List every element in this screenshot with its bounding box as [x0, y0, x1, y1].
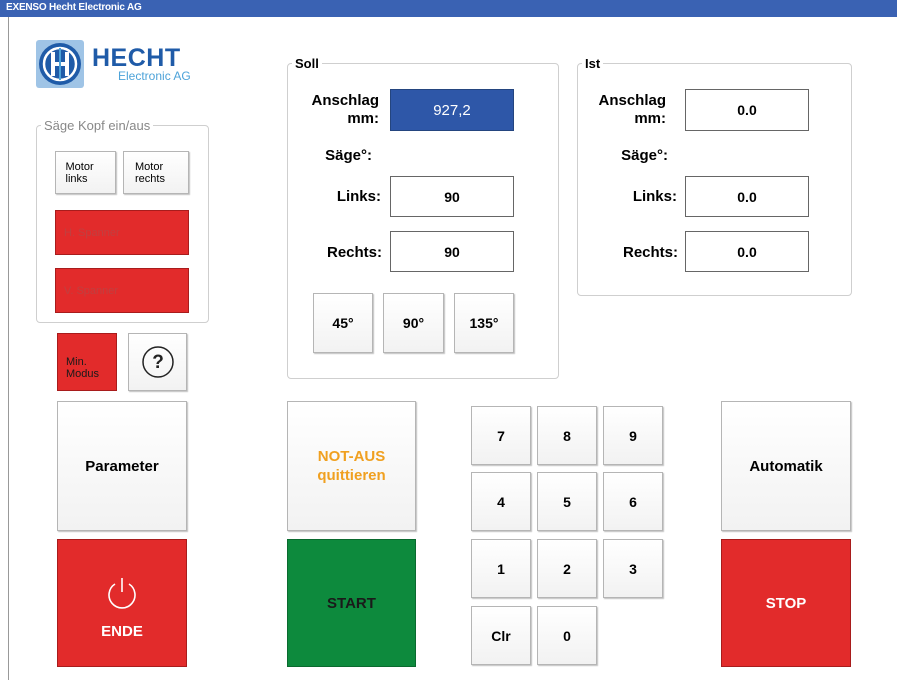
key-2[interactable]: 2 — [537, 539, 597, 598]
quittieren-label: quittieren — [317, 467, 386, 484]
soll-anschlag-label: Anschlag mm: — [311, 92, 379, 127]
key-0[interactable]: 0 — [537, 606, 597, 665]
ist-title: Ist — [585, 56, 601, 71]
saege-kopf-title: Säge Kopf ein/aus — [44, 118, 151, 133]
soll-links-label: Links: — [336, 188, 381, 205]
h-spanner-button[interactable]: H. Spanner — [55, 210, 189, 255]
key-9[interactable]: 9 — [603, 406, 663, 465]
soll-links-field[interactable]: 90 — [390, 176, 514, 217]
logo-subtitle: Electronic AG — [118, 69, 191, 83]
question-icon: ? — [141, 346, 174, 378]
ist-links-label: Links: — [632, 188, 677, 205]
help-button[interactable]: ? — [128, 333, 187, 391]
key-7[interactable]: 7 — [471, 406, 531, 465]
start-button[interactable]: START — [287, 539, 416, 667]
ist-anschlag-field[interactable]: 0.0 — [685, 89, 809, 131]
motor-rechts-button[interactable]: Motor rechts — [123, 151, 189, 194]
v-spanner-button[interactable]: V. Spanner — [55, 268, 189, 313]
parameter-button[interactable]: Parameter — [57, 401, 187, 531]
key-3[interactable]: 3 — [603, 539, 663, 598]
ist-rechts-field[interactable]: 0.0 — [685, 231, 809, 272]
power-icon — [108, 577, 136, 609]
angle-135-button[interactable]: 135° — [454, 293, 514, 353]
angle-90-button[interactable]: 90° — [383, 293, 444, 353]
motor-links-button[interactable]: Motor links — [55, 151, 116, 194]
soll-rechts-field[interactable]: 90 — [390, 231, 514, 272]
title-bar: EXENSO Hecht Electronic AG — [0, 0, 897, 17]
soll-rechts-label: Rechts: — [326, 244, 382, 261]
ist-links-field[interactable]: 0.0 — [685, 176, 809, 217]
soll-anschlag-field[interactable]: 927,2 — [390, 89, 514, 131]
key-6[interactable]: 6 — [603, 472, 663, 531]
hecht-logo-icon — [36, 40, 84, 88]
automatik-button[interactable]: Automatik — [721, 401, 851, 531]
ende-button[interactable]: ENDE — [57, 539, 187, 667]
key-clear[interactable]: Clr — [471, 606, 531, 665]
key-4[interactable]: 4 — [471, 472, 531, 531]
angle-45-button[interactable]: 45° — [313, 293, 373, 353]
min-modus-button[interactable]: Min. Modus — [57, 333, 117, 391]
svg-text:?: ? — [152, 352, 164, 373]
company-logo: HECHT Electronic AG — [36, 40, 208, 90]
not-aus-label: NOT-AUS — [317, 448, 386, 465]
soll-saege-label: Säge°: — [325, 147, 372, 164]
window-border — [8, 17, 9, 680]
not-aus-quittieren-button[interactable]: NOT-AUS quittieren — [287, 401, 416, 531]
ist-saege-label: Säge°: — [621, 147, 668, 164]
ist-anschlag-label: Anschlag mm: — [598, 92, 666, 127]
key-5[interactable]: 5 — [537, 472, 597, 531]
ist-rechts-label: Rechts: — [622, 244, 678, 261]
key-1[interactable]: 1 — [471, 539, 531, 598]
ende-label: ENDE — [101, 622, 143, 640]
stop-button[interactable]: STOP — [721, 539, 851, 667]
window-title: EXENSO Hecht Electronic AG — [6, 2, 142, 13]
soll-title: Soll — [295, 56, 319, 71]
key-8[interactable]: 8 — [537, 406, 597, 465]
